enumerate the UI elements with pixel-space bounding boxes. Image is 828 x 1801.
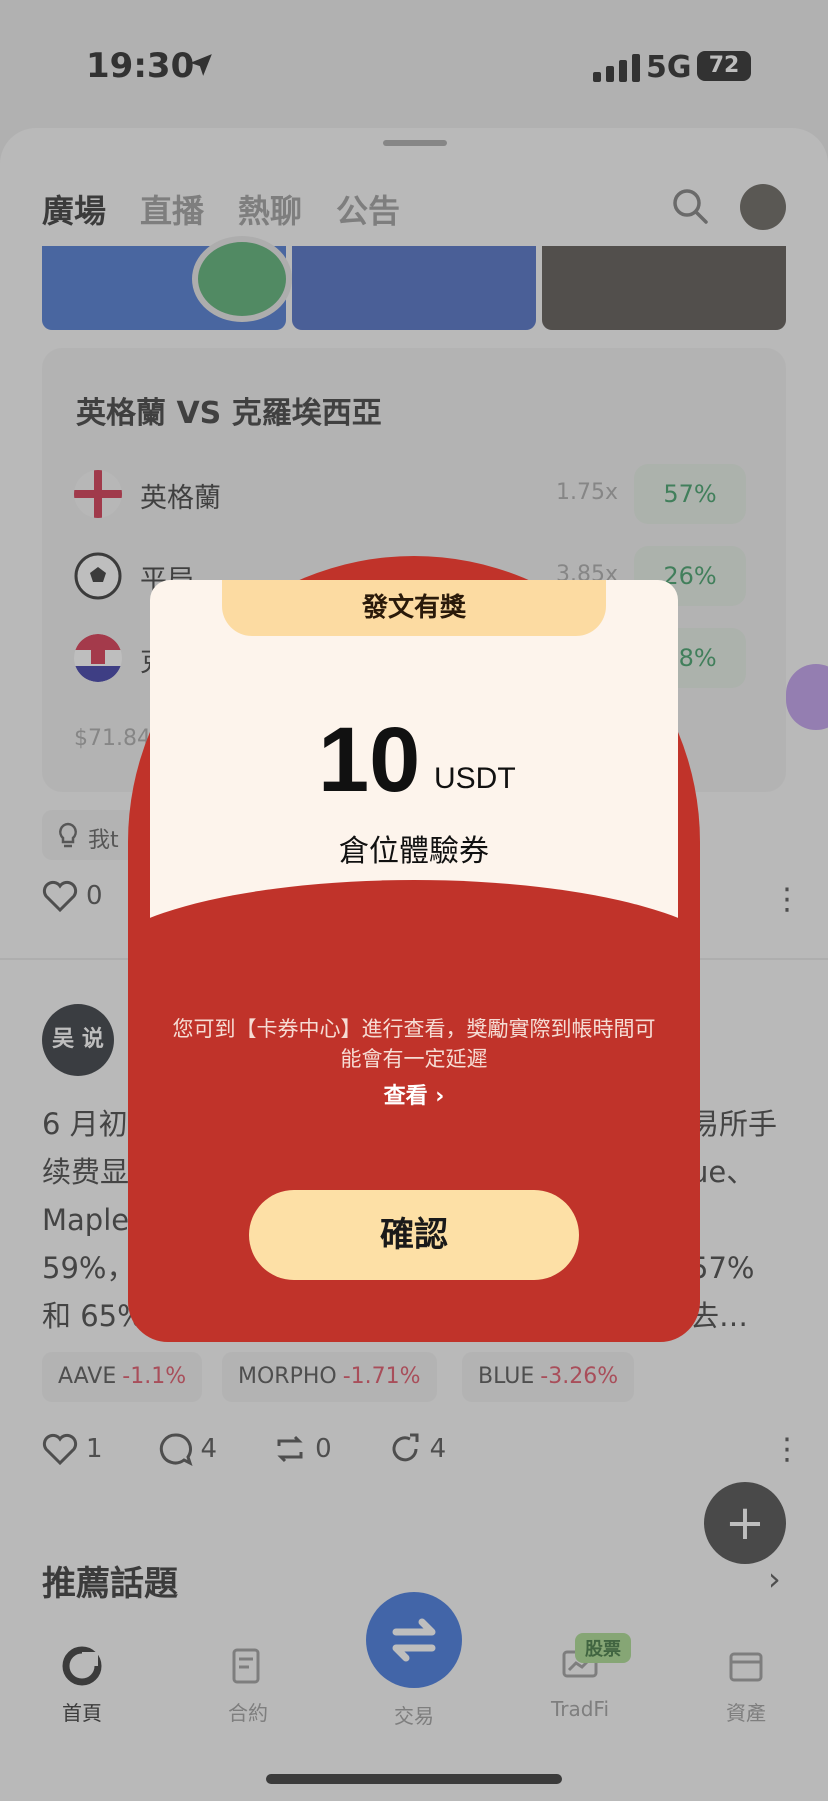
reward-unit: USDT [434,762,516,795]
reward-notice: 您可到【卡券中心】進行查看，獎勵實際到帳時間可能會有一定延遲 [172,1017,656,1071]
view-link[interactable]: 查看 › [0,1078,828,1110]
popup-header: 發文有獎 [222,580,606,636]
coupon-type: 倉位體驗券 [339,834,489,869]
confirm-button[interactable]: 確認 [249,1190,579,1280]
reward-amount: 10 [318,709,421,811]
